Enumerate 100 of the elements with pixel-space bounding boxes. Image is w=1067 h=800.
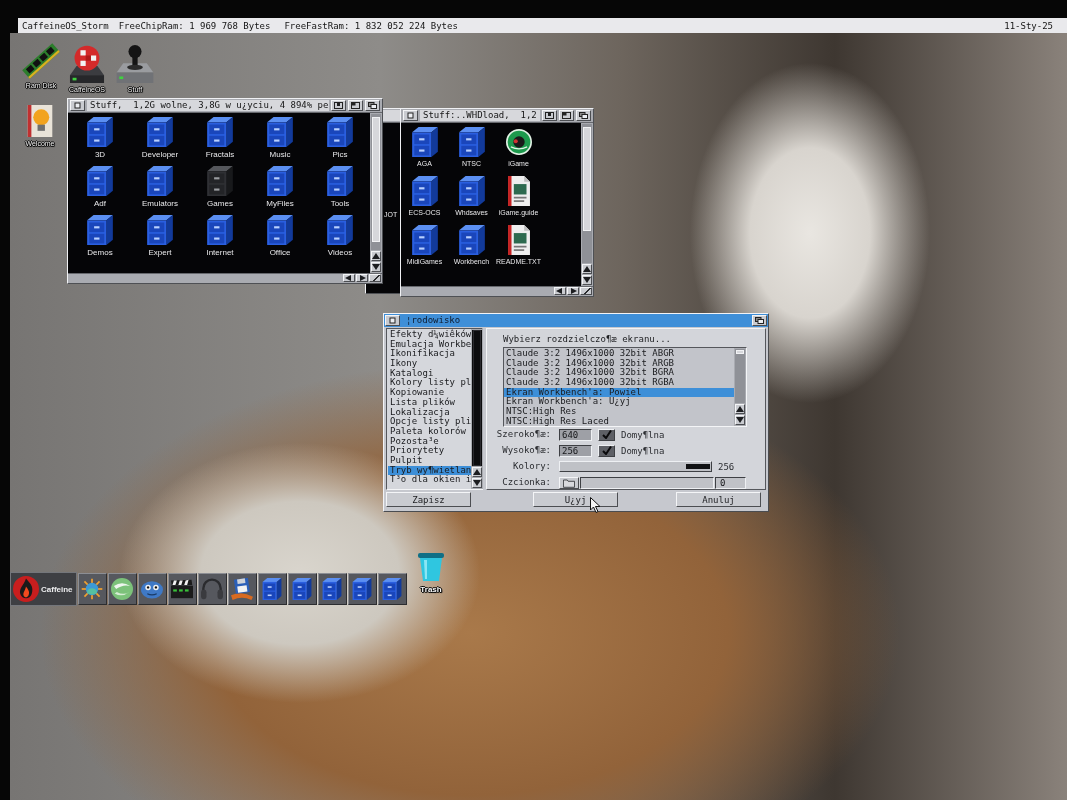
scroll-down-button[interactable] [371, 262, 381, 272]
drawer-icon[interactable] [87, 166, 113, 196]
screen-mode-item[interactable]: Claude 3:2 1496x1000 32bit RGBA [504, 378, 734, 388]
drawer-icon[interactable] [267, 215, 293, 245]
drawer-icon[interactable] [458, 127, 485, 157]
screen-mode-item[interactable]: Ekran Workbench'a: Powiel [504, 387, 734, 398]
drawer-icon[interactable] [411, 225, 438, 255]
resize-button[interactable] [580, 287, 592, 295]
screen-mode-item[interactable]: NTSC:High Res [504, 407, 734, 417]
drawer-icon[interactable] [411, 127, 438, 157]
category-item[interactable]: Tryb wy¶wietlan [388, 465, 472, 476]
close-button[interactable] [385, 315, 400, 326]
document-icon[interactable] [505, 176, 532, 206]
drawer-icon[interactable] [207, 166, 233, 196]
category-item[interactable]: Katalogi [388, 368, 472, 379]
scroll-left-button[interactable] [554, 287, 566, 295]
folder-button[interactable] [559, 476, 579, 489]
scroll-down-button[interactable] [735, 415, 745, 425]
category-item[interactable]: Pozosta³e [388, 436, 472, 447]
screen-mode-item[interactable]: Claude 3:2 1496x1000 32bit BGRA [504, 368, 734, 379]
close-button[interactable] [70, 100, 85, 111]
colors-slider[interactable] [559, 461, 712, 472]
drawer-icon[interactable] [87, 215, 113, 245]
iconify-button[interactable] [331, 100, 346, 111]
scroll-up-button[interactable] [582, 264, 592, 274]
category-item[interactable]: Ikonifikacja [388, 349, 472, 360]
disc-icon[interactable] [505, 127, 532, 157]
zoom-button[interactable] [348, 100, 363, 111]
dock-button[interactable] [167, 573, 197, 605]
category-item[interactable]: Kolory listy pl [388, 378, 472, 389]
category-item[interactable]: T³o dla okien i [388, 475, 472, 485]
dock-button[interactable] [287, 573, 317, 605]
depth-button[interactable] [752, 315, 767, 326]
screen-mode-item[interactable]: NTSC:High Res Laced [504, 416, 734, 427]
drawer-icon[interactable] [147, 166, 173, 196]
font-name-field[interactable] [580, 476, 714, 489]
trash-icon[interactable] [418, 552, 444, 582]
dock-button[interactable] [77, 573, 107, 605]
scrollbar[interactable] [734, 348, 746, 426]
scroll-up-button[interactable] [735, 404, 745, 414]
save-button[interactable]: Zapisz [386, 492, 471, 507]
horizontal-scrollbar[interactable] [68, 273, 382, 283]
drawer-icon[interactable] [207, 117, 233, 147]
scroll-down-button[interactable] [582, 275, 592, 285]
close-button[interactable] [403, 110, 418, 121]
drawer-icon[interactable] [327, 166, 353, 196]
category-item[interactable]: Lista plików [388, 397, 472, 408]
dock-button[interactable] [377, 573, 407, 605]
dock-button[interactable] [347, 573, 377, 605]
ball-icon[interactable] [67, 45, 107, 83]
document-icon[interactable] [505, 225, 532, 255]
drawer-icon[interactable] [458, 176, 485, 206]
scroll-up-button[interactable] [472, 467, 483, 477]
screen-mode-item[interactable]: Claude 3:2 1496x1000 32bit ABGR [504, 349, 734, 359]
category-item[interactable]: Lokalizacja [388, 407, 472, 418]
scroll-up-button[interactable] [371, 251, 381, 261]
dock-button[interactable] [317, 573, 347, 605]
depth-button[interactable] [576, 110, 591, 121]
scrollbar[interactable] [471, 329, 484, 489]
scroll-thumb[interactable] [473, 330, 482, 466]
height-field[interactable]: 256 [559, 444, 592, 457]
dock-button[interactable] [257, 573, 287, 605]
launcher-button[interactable]: Caffeine [10, 572, 77, 606]
drawer-icon[interactable] [267, 166, 293, 196]
category-item[interactable]: Priorytety [388, 446, 472, 456]
category-item[interactable]: Paleta kolorów [388, 426, 472, 437]
zoom-button[interactable] [559, 110, 574, 121]
drawer-icon[interactable] [327, 117, 353, 147]
drawer-icon[interactable] [147, 215, 173, 245]
resize-button[interactable] [369, 274, 381, 282]
scroll-right-button[interactable] [567, 287, 579, 295]
cancel-button[interactable]: Anuluj [676, 492, 761, 507]
category-item[interactable]: Kopiowanie [388, 388, 472, 398]
drawer-icon[interactable] [87, 117, 113, 147]
slider-knob[interactable] [686, 464, 710, 469]
depth-button[interactable] [365, 100, 380, 111]
drawer-icon[interactable] [147, 117, 173, 147]
scrollbar[interactable] [581, 123, 593, 286]
font-size-field[interactable]: 0 [715, 476, 746, 489]
scroll-down-button[interactable] [472, 478, 483, 488]
dock-button[interactable] [197, 573, 227, 605]
horizontal-scrollbar[interactable] [401, 286, 593, 296]
category-item[interactable]: Ikony [388, 359, 472, 369]
checkbox[interactable] [598, 428, 615, 441]
drawer-icon[interactable] [207, 215, 233, 245]
screen-mode-item[interactable]: Claude 3:2 1496x1000 32bit ARGB [504, 358, 734, 369]
iconify-button[interactable] [542, 110, 557, 121]
scrollbar[interactable] [370, 113, 382, 273]
scroll-right-button[interactable] [356, 274, 368, 282]
category-item[interactable]: Emulacja Workbe [388, 339, 472, 350]
width-field[interactable]: 640 [559, 428, 592, 441]
drawer-icon[interactable] [267, 117, 293, 147]
category-item[interactable]: Pulpit [388, 455, 472, 466]
checkbox[interactable] [598, 444, 615, 457]
dock-button[interactable] [137, 573, 167, 605]
category-item[interactable]: Opcje listy pli [388, 417, 472, 427]
use-button[interactable]: U¿yj [533, 492, 618, 507]
drawer-icon[interactable] [458, 225, 485, 255]
drawer-icon[interactable] [411, 176, 438, 206]
dock-button[interactable] [107, 573, 137, 605]
